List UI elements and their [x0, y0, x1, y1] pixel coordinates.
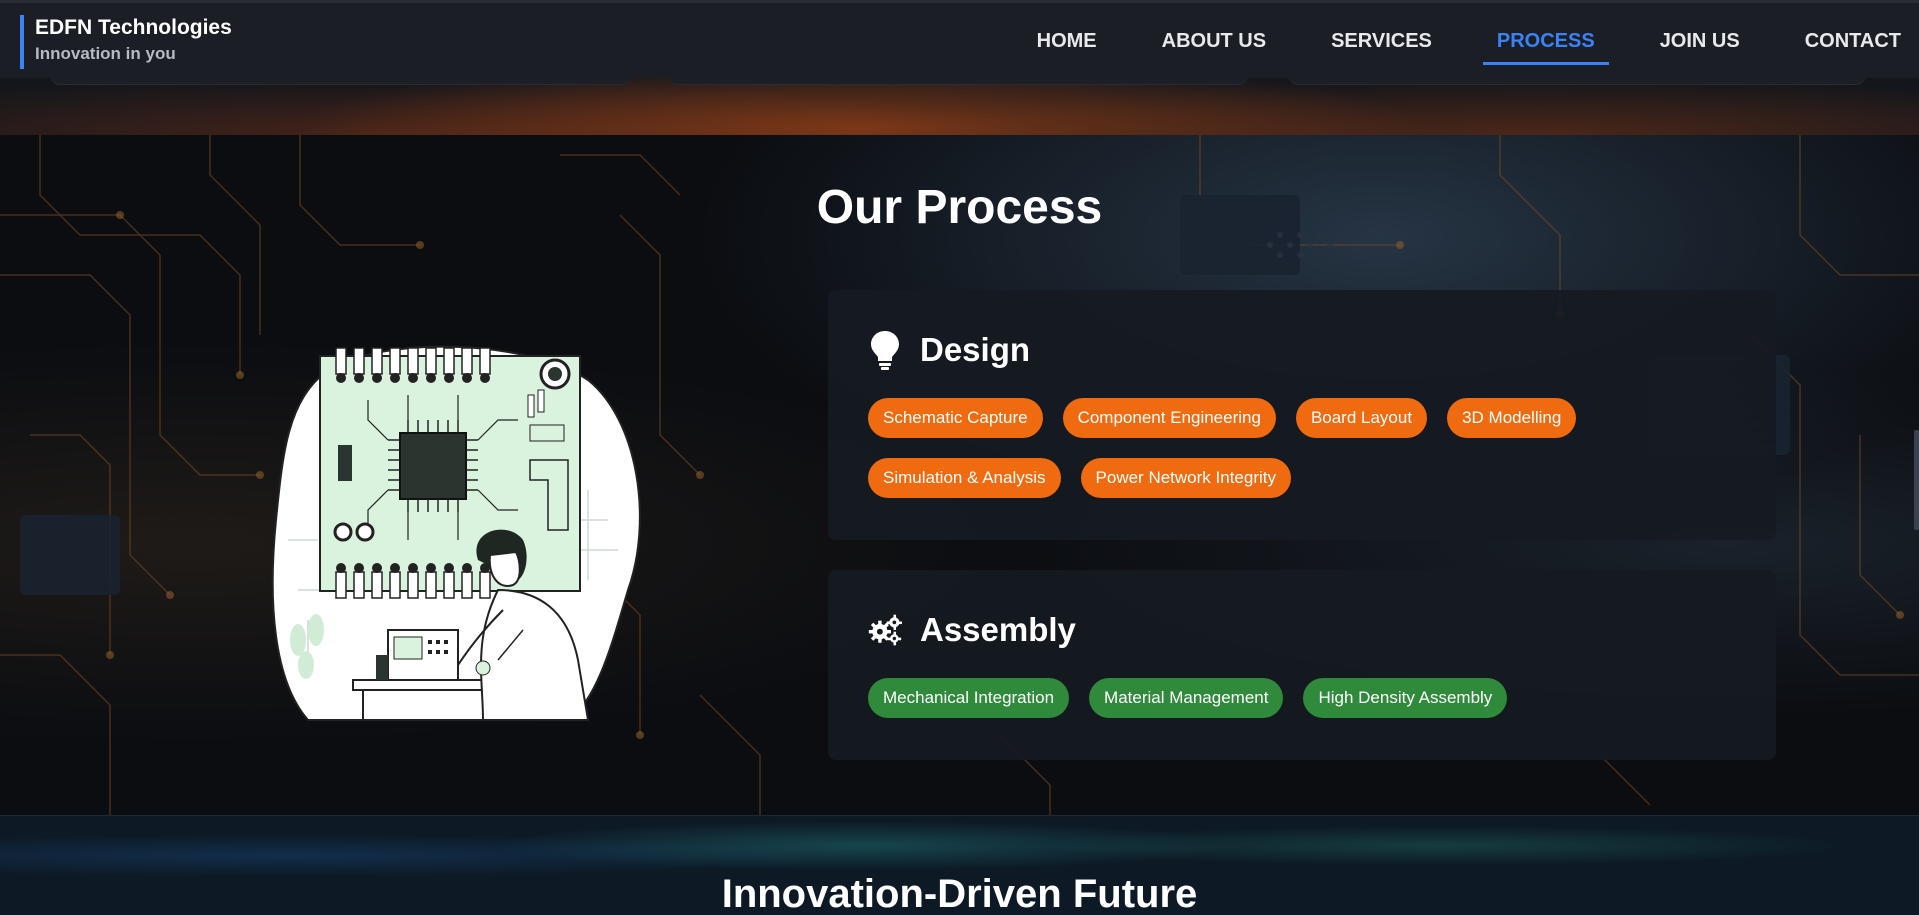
nav-home[interactable]: HOME: [1037, 22, 1097, 63]
nav-services[interactable]: SERVICES: [1331, 22, 1432, 63]
assembly-tags: Mechanical Integration Material Manageme…: [868, 678, 1728, 738]
tag-pill[interactable]: 3D Modelling: [1447, 398, 1577, 438]
brand-name: EDFN Technologies: [35, 16, 232, 39]
design-title: Design: [920, 331, 1031, 368]
tag-pill[interactable]: Mechanical Integration: [868, 678, 1070, 718]
section-title: Our Process: [816, 181, 1103, 234]
tag-pill[interactable]: High Density Assembly: [1303, 678, 1508, 718]
assembly-title: Assembly: [920, 611, 1076, 648]
gears-icon: [868, 610, 902, 650]
nav-join-us[interactable]: JOIN US: [1660, 22, 1740, 63]
top-navbar: EDFN Technologies Innovation in you HOME…: [0, 0, 1919, 78]
brand-logo[interactable]: EDFN Technologies Innovation in you: [20, 15, 232, 69]
tag-pill[interactable]: Board Layout: [1295, 398, 1428, 438]
assembly-panel: Assembly Mechanical Integration Material…: [828, 570, 1776, 760]
lightbulb-icon: [868, 330, 902, 370]
brand-tagline: Innovation in you: [35, 44, 176, 63]
design-panel: Design Schematic Capture Component Engin…: [828, 290, 1776, 540]
design-header: Design: [868, 328, 1736, 372]
next-section-title: Innovation-Driven Future: [721, 872, 1198, 915]
nav-contact[interactable]: CONTACT: [1805, 22, 1901, 63]
design-tags: Schematic Capture Component Engineering …: [868, 398, 1728, 518]
engineer-pcb-illustration: [268, 340, 648, 730]
assembly-header: Assembly: [868, 608, 1736, 652]
tag-pill[interactable]: Power Network Integrity: [1080, 458, 1291, 498]
tag-pill[interactable]: Material Management: [1089, 678, 1284, 718]
tag-pill[interactable]: Simulation & Analysis: [868, 458, 1061, 498]
nav-process[interactable]: PROCESS: [1482, 22, 1609, 65]
nav-about-us[interactable]: ABOUT US: [1162, 22, 1266, 63]
tag-pill[interactable]: Schematic Capture: [868, 398, 1043, 438]
scrollbar-thumb[interactable]: [1914, 430, 1919, 530]
tag-pill[interactable]: Component Engineering: [1062, 398, 1276, 438]
nav-menu: HOME ABOUT US SERVICES PROCESS JOIN US C…: [972, 3, 1901, 81]
